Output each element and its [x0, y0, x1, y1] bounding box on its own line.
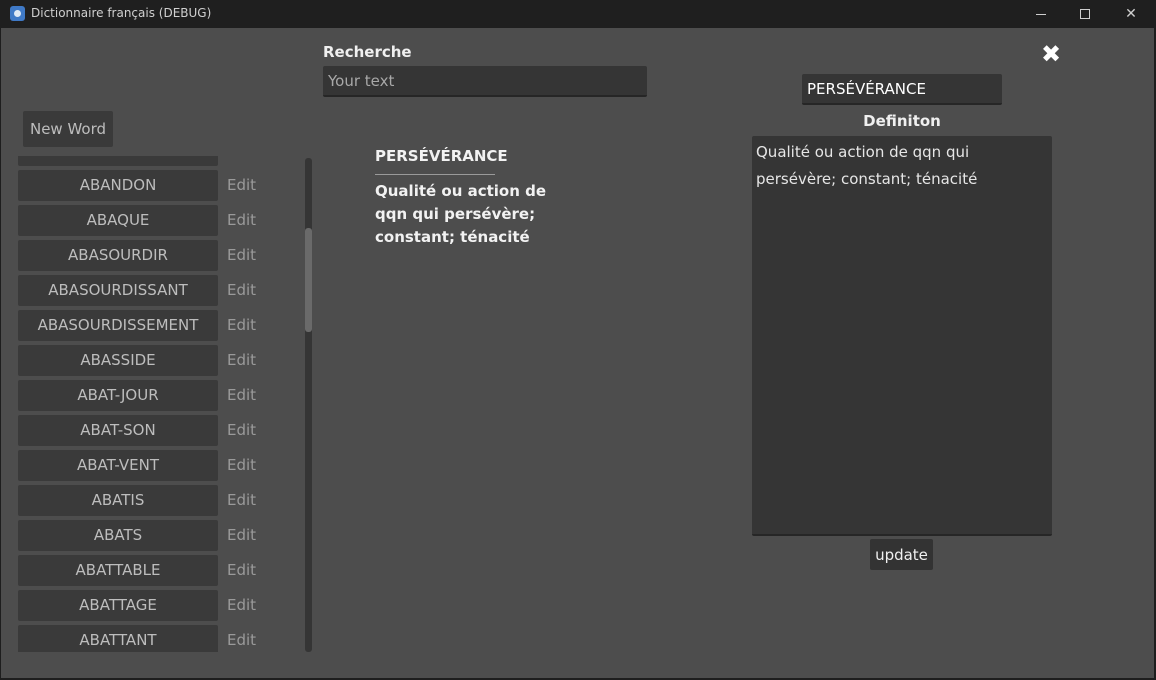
close-icon: ✕: [1125, 6, 1137, 22]
list-item: ABAT-VENT Edit: [18, 450, 268, 481]
list-item: ABAQUE Edit: [18, 205, 268, 236]
list-item: ABATS Edit: [18, 520, 268, 551]
preview-word-title: PERSÉVÉRANCE: [375, 147, 508, 175]
list-item: ABASSIDE Edit: [18, 345, 268, 376]
definition-label: Definiton: [863, 112, 941, 130]
word-button[interactable]: ABASOURDIR: [18, 240, 218, 271]
word-button[interactable]: ABATTANT: [18, 625, 218, 652]
edit-link[interactable]: Edit: [227, 170, 256, 201]
word-list-scrollbar[interactable]: [305, 158, 312, 652]
word-button[interactable]: [18, 156, 218, 166]
edit-link[interactable]: Edit: [227, 555, 256, 586]
edit-link[interactable]: Edit: [227, 310, 256, 341]
word-button[interactable]: ABATTABLE: [18, 555, 218, 586]
word-button[interactable]: ABANDON: [18, 170, 218, 201]
update-button[interactable]: update: [870, 539, 933, 570]
word-button[interactable]: ABASOURDISSANT: [18, 275, 218, 306]
edit-link[interactable]: Edit: [227, 345, 256, 376]
list-item: ABATIS Edit: [18, 485, 268, 516]
new-word-button[interactable]: New Word: [23, 111, 113, 147]
list-item: ABASOURDISSANT Edit: [18, 275, 268, 306]
edit-link[interactable]: Edit: [227, 380, 256, 411]
minimize-button[interactable]: [1018, 0, 1064, 28]
search-input[interactable]: [323, 66, 647, 97]
maximize-icon: [1080, 9, 1090, 19]
word-button[interactable]: ABATS: [18, 520, 218, 551]
list-item: ABATTABLE Edit: [18, 555, 268, 586]
edit-link[interactable]: Edit: [227, 275, 256, 306]
app-content: Recherche ✖ New Word ABANDON Edit ABAQUE Ed…: [1, 28, 1154, 678]
window-close-button[interactable]: ✕: [1108, 0, 1154, 28]
app-icon: [10, 6, 25, 21]
edit-link[interactable]: Edit: [227, 520, 256, 551]
list-item: ABAT-SON Edit: [18, 415, 268, 446]
edit-link[interactable]: Edit: [227, 450, 256, 481]
word-button[interactable]: ABAT-JOUR: [18, 380, 218, 411]
word-button[interactable]: ABATTAGE: [18, 590, 218, 621]
list-item: ABATTAGE Edit: [18, 590, 268, 621]
list-item: ABASOURDIR Edit: [18, 240, 268, 271]
word-button[interactable]: ABASSIDE: [18, 345, 218, 376]
definition-textarea[interactable]: Qualité ou action de qqn qui persévère; …: [752, 136, 1052, 536]
word-button[interactable]: ABAT-VENT: [18, 450, 218, 481]
minimize-icon: [1036, 13, 1046, 15]
list-item: ABASOURDISSEMENT Edit: [18, 310, 268, 341]
edit-link[interactable]: Edit: [227, 485, 256, 516]
window-title: Dictionnaire français (DEBUG): [31, 6, 212, 20]
list-item-partial: [18, 156, 268, 166]
list-item: ABAT-JOUR Edit: [18, 380, 268, 411]
edit-link[interactable]: Edit: [227, 240, 256, 271]
preview-definition: Qualité ou action de qqn qui persévère; …: [375, 182, 547, 246]
close-icon: ✖: [1040, 40, 1062, 68]
scrollbar-thumb[interactable]: [305, 228, 312, 332]
title-bar: Dictionnaire français (DEBUG) ✕: [0, 0, 1156, 28]
word-button[interactable]: ABATIS: [18, 485, 218, 516]
word-button[interactable]: ABAQUE: [18, 205, 218, 236]
word-list: ABANDON Edit ABAQUE Edit ABASOURDIR Edit ABASO…: [18, 156, 268, 652]
edit-link[interactable]: Edit: [227, 205, 256, 236]
word-edit-input[interactable]: [802, 74, 1002, 105]
list-item: ABANDON Edit: [18, 170, 268, 201]
edit-link[interactable]: Edit: [227, 625, 256, 652]
list-item: ABATTANT Edit: [18, 625, 268, 652]
search-label: Recherche: [323, 43, 412, 61]
edit-link[interactable]: Edit: [227, 590, 256, 621]
word-button[interactable]: ABAT-SON: [18, 415, 218, 446]
edit-link[interactable]: Edit: [227, 415, 256, 446]
word-button[interactable]: ABASOURDISSEMENT: [18, 310, 218, 341]
maximize-button[interactable]: [1062, 0, 1108, 28]
close-panel-button[interactable]: ✖: [1039, 42, 1063, 66]
